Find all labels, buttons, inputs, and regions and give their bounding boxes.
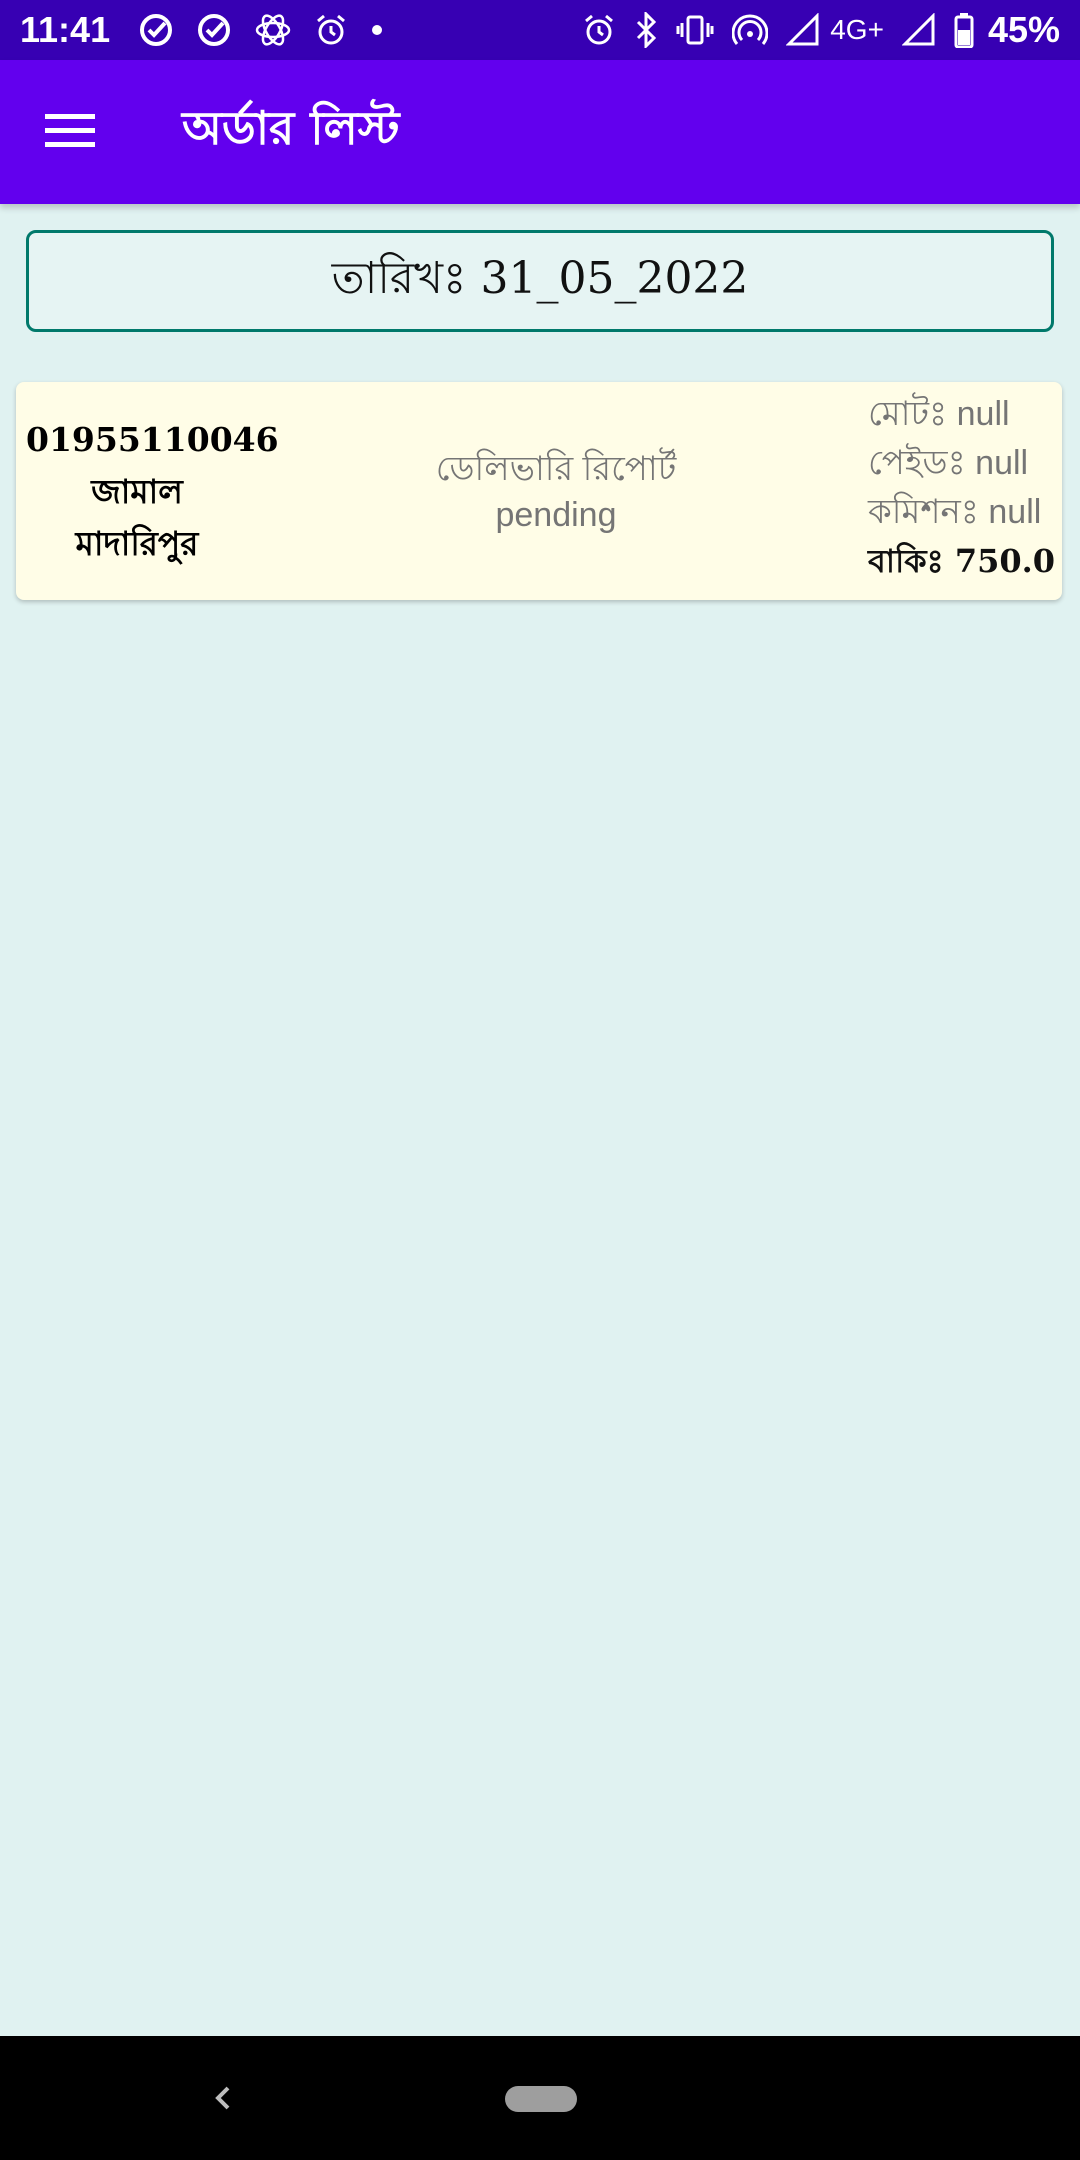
delivery-report-label: ডেলিভারি রিপোর্ট: [435, 450, 677, 488]
check-circle-icon: [138, 12, 174, 48]
date-selector[interactable]: তারিখঃ 31_05_2022: [26, 230, 1054, 332]
menu-icon: [45, 112, 95, 152]
date-label: তারিখঃ 31_05_2022: [331, 252, 749, 304]
signal-icon: [901, 13, 936, 47]
order-totals: মোটঃ null পেইডঃ null কমিশনঃ null বাকিঃ 7…: [868, 390, 1062, 586]
delivery-report: ডেলিভারি রিপোর্ট pending: [396, 446, 716, 538]
home-pill-icon[interactable]: [505, 2086, 577, 2112]
atom-icon: [254, 11, 292, 49]
check-circle-icon: [196, 12, 232, 48]
status-bar: 11:41 4G+ 45%: [0, 0, 1080, 60]
due-amount: বাকিঃ 750.0: [868, 542, 1056, 580]
status-right-icons: 4G+ 45%: [582, 9, 1060, 51]
commission-amount: কমিশনঃ null: [868, 493, 1042, 531]
bluetooth-icon: [634, 12, 658, 48]
hotspot-icon: [732, 12, 769, 48]
battery-percent: 45%: [987, 9, 1060, 50]
customer-info: 01955110046 জামাল মাদারিপুর: [26, 414, 279, 570]
back-chevron-icon[interactable]: [200, 2074, 248, 2122]
order-card[interactable]: 01955110046 জামাল মাদারিপুর ডেলিভারি রিপ…: [16, 382, 1062, 600]
alarm-icon: [582, 13, 616, 47]
alarm-icon: [314, 13, 348, 47]
app-bar: অর্ডার লিস্ট: [0, 60, 1080, 204]
status-time: 11:41: [20, 9, 111, 50]
battery-icon: [954, 12, 974, 48]
page-title: অর্ডার লিস্ট: [182, 101, 400, 155]
menu-button[interactable]: [34, 96, 106, 168]
signal-icon: [786, 13, 820, 47]
network-type: 4G+: [830, 14, 884, 45]
dot-icon: [370, 23, 384, 37]
vibrate-icon: [676, 13, 714, 47]
navigation-bar: [0, 2036, 1080, 2160]
customer-place: মাদারিপুর: [75, 524, 199, 563]
customer-phone: 01955110046: [26, 420, 279, 459]
customer-name: জামাল: [91, 472, 183, 511]
delivery-status: pending: [495, 496, 617, 534]
paid-amount: পেইডঃ null: [868, 444, 1029, 482]
status-left-icons: [138, 11, 384, 49]
total-amount: মোটঃ null: [868, 395, 1010, 433]
